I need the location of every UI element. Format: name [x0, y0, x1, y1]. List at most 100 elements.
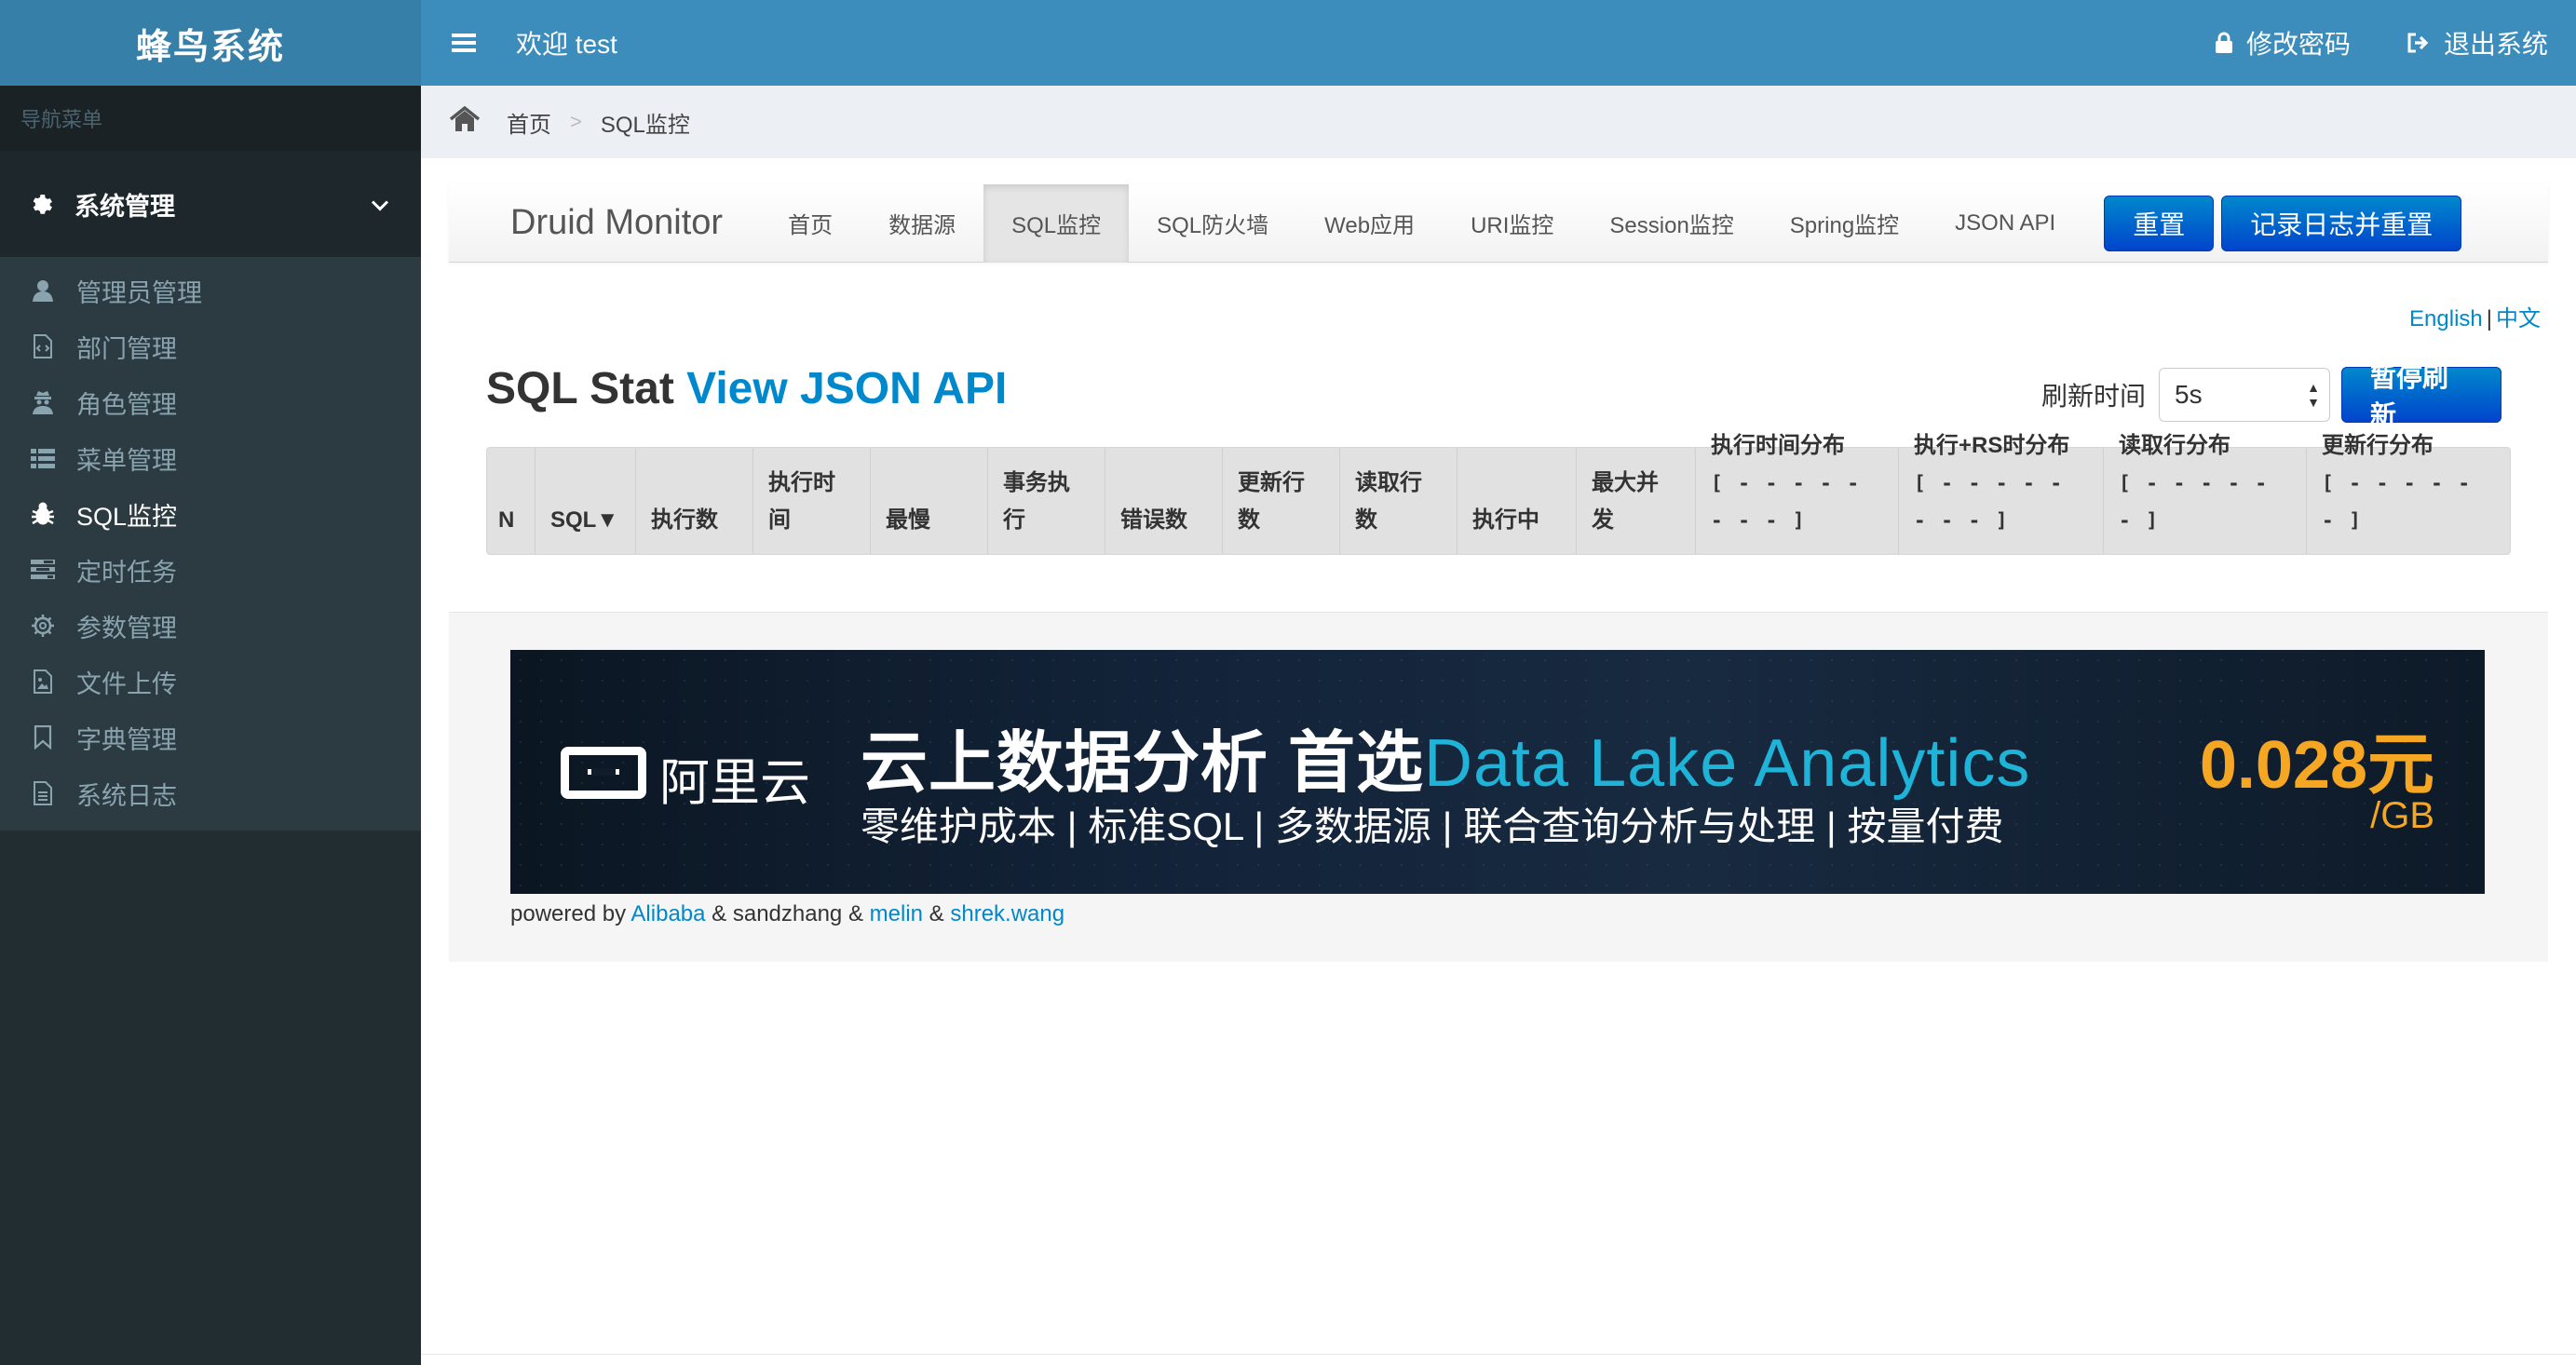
breadcrumb: 首页 > SQL监控 [421, 86, 2576, 158]
column-header[interactable]: 事务执行 [988, 448, 1105, 554]
column-header[interactable]: N [487, 448, 536, 554]
select-arrows-icon: ▲ ▼ [2307, 380, 2320, 410]
druid-tab-spring[interactable]: Spring监控 [1762, 184, 1927, 263]
sidebar-item-dept[interactable]: 部门管理 [0, 318, 421, 374]
main-content: 首页 > SQL监控 Druid Monitor 首页 数据源 SQL监控 SQ… [421, 86, 2576, 1365]
gear-icon [28, 190, 56, 218]
column-header[interactable]: 最慢 [871, 448, 988, 554]
sidebar-item-tasks[interactable]: 定时任务 [0, 542, 421, 598]
sidebar-item-label: SQL监控 [76, 502, 178, 531]
bug-icon [30, 501, 56, 527]
change-password-link[interactable]: 修改密码 [2215, 24, 2351, 61]
lock-icon [2215, 32, 2232, 53]
image-file-icon [30, 669, 56, 695]
druid-tab-session[interactable]: Session监控 [1581, 184, 1761, 263]
aliyun-ad-banner[interactable]: 阿里云 云上数据分析 首选Data Lake Analytics 零维护成本 |… [510, 650, 2485, 894]
druid-tab-wall[interactable]: SQL防火墙 [1129, 184, 1296, 263]
column-header[interactable]: 执行中 [1457, 448, 1577, 554]
column-header[interactable]: 执行+RS时分布[ - - - - - - - - ] [1899, 433, 2104, 554]
sidebar-item-label: 参数管理 [76, 614, 177, 642]
sandzhang-text: sandzhang [732, 901, 843, 926]
sidebar-item-label: 部门管理 [76, 334, 177, 363]
top-navbar: 欢迎 test 修改密码 退出系统 [421, 0, 2576, 86]
sidebar-item-role[interactable]: 角色管理 [0, 374, 421, 430]
sidebar-item-logs[interactable]: 系统日志 [0, 765, 421, 821]
breadcrumb-separator: > [570, 110, 582, 133]
druid-tab-webapp[interactable]: Web应用 [1296, 184, 1443, 263]
log-and-reset-button[interactable]: 记录日志并重置 [2221, 195, 2462, 251]
column-header[interactable]: 更新行分布[ - - - - - - ] [2307, 433, 2510, 554]
sidebar-item-sql-monitor[interactable]: SQL监控 [0, 486, 421, 542]
column-header[interactable]: 最大并发 [1577, 448, 1696, 554]
pause-refresh-button[interactable]: 暂停刷新 [2341, 363, 2501, 429]
file-code-icon [30, 333, 56, 359]
nav-header: 导航菜单 [0, 86, 421, 151]
bookmark-icon [30, 724, 56, 750]
breadcrumb-current: SQL监控 [600, 112, 690, 138]
banner-price: 0.028元 [2199, 728, 2434, 803]
home-icon[interactable] [449, 105, 481, 139]
column-header[interactable]: 读取行分布[ - - - - - - ] [2104, 433, 2307, 554]
column-header[interactable]: 执行数 [636, 448, 753, 554]
divider [421, 1354, 2576, 1355]
alibaba-link[interactable]: Alibaba [630, 901, 705, 926]
refresh-interval-value: 5s [2175, 380, 2203, 409]
refresh-controls: 刷新时间 5s ▲ ▼ 暂停刷新 [2040, 363, 2501, 429]
refresh-label: 刷新时间 [2040, 382, 2146, 411]
column-header[interactable]: 执行时间 [753, 448, 871, 554]
melin-link[interactable]: melin [870, 901, 923, 926]
banner-subline: 零维护成本 | 标准SQL | 多数据源 | 联合查询分析与处理 | 按量付费 [861, 804, 2004, 848]
sidebar-item-label: 菜单管理 [76, 446, 177, 475]
aliyun-logo-text: 阿里云 [659, 755, 810, 811]
druid-tab-home[interactable]: 首页 [760, 184, 861, 263]
column-header[interactable]: 更新行数 [1223, 448, 1340, 554]
druid-tab-datasource[interactable]: 数据源 [861, 184, 983, 263]
logout-link[interactable]: 退出系统 [2407, 24, 2548, 61]
druid-tab-sql[interactable]: SQL监控 [983, 183, 1130, 263]
druid-tab-json-api[interactable]: JSON API [1927, 184, 2083, 263]
breadcrumb-home[interactable]: 首页 [507, 106, 551, 139]
column-header[interactable]: 错误数 [1105, 448, 1223, 554]
druid-tab-uri[interactable]: URI监控 [1443, 184, 1581, 263]
banner-headline: 云上数据分析 首选Data Lake Analytics [861, 726, 2031, 801]
user-secret-icon [30, 389, 56, 415]
refresh-interval-select[interactable]: 5s ▲ ▼ [2159, 368, 2330, 422]
shrek-wang-link[interactable]: shrek.wang [950, 901, 1064, 926]
column-header[interactable]: SQL▼ [536, 448, 636, 554]
sidebar-item-label: 字典管理 [76, 725, 177, 754]
welcome-text: 欢迎 test [516, 30, 617, 59]
sidebar-item-menu[interactable]: 菜单管理 [0, 430, 421, 486]
page-title: SQL Stat View JSON API [486, 363, 1007, 414]
sidebar-item-upload[interactable]: 文件上传 [0, 654, 421, 710]
sidebar-item-label: 定时任务 [76, 558, 177, 587]
powered-by: powered by Alibaba & sandzhang & melin &… [510, 901, 1065, 926]
gear-outline-icon [30, 613, 56, 639]
column-header[interactable]: 读取行数 [1340, 448, 1457, 554]
column-header[interactable]: 执行时间分布[ - - - - - - - - ] [1696, 433, 1899, 554]
sidebar-group-system[interactable]: 系统管理 [0, 151, 421, 257]
aliyun-logo-icon [561, 747, 646, 799]
lang-separator: | [2486, 306, 2492, 331]
list-icon [30, 445, 56, 471]
lang-chinese-link[interactable]: 中文 [2496, 306, 2541, 331]
brand-logo[interactable]: 蜂鸟系统 [0, 0, 421, 86]
sidebar-submenu: 管理员管理 部门管理 角色管理 菜单管理 SQL监控 定时任务 参数管理 文件上… [0, 257, 421, 831]
druid-brand[interactable]: Druid Monitor [510, 203, 723, 243]
user-icon [30, 277, 56, 304]
logout-label: 退出系统 [2443, 30, 2548, 59]
chevron-down-icon [371, 190, 389, 219]
reset-button[interactable]: 重置 [2104, 195, 2215, 251]
page-title-text: SQL Stat [486, 364, 674, 413]
hamburger-menu-icon[interactable] [440, 0, 488, 86]
sidebar: 蜂鸟系统 导航菜单 系统管理 管理员管理 部门管理 角色管理 菜单管理 SQL监… [0, 0, 421, 1365]
lang-english-link[interactable]: English [2409, 306, 2483, 331]
tasks-icon [30, 557, 56, 583]
footer-area: 阿里云 云上数据分析 首选Data Lake Analytics 零维护成本 |… [449, 612, 2548, 962]
sidebar-item-dict[interactable]: 字典管理 [0, 710, 421, 765]
sidebar-item-params[interactable]: 参数管理 [0, 598, 421, 654]
sidebar-item-label: 管理员管理 [76, 278, 202, 307]
view-json-api-link[interactable]: View JSON API [686, 364, 1007, 413]
banner-price-unit: /GB [2370, 795, 2434, 836]
sidebar-item-admin[interactable]: 管理员管理 [0, 263, 421, 318]
change-password-label: 修改密码 [2245, 30, 2351, 59]
